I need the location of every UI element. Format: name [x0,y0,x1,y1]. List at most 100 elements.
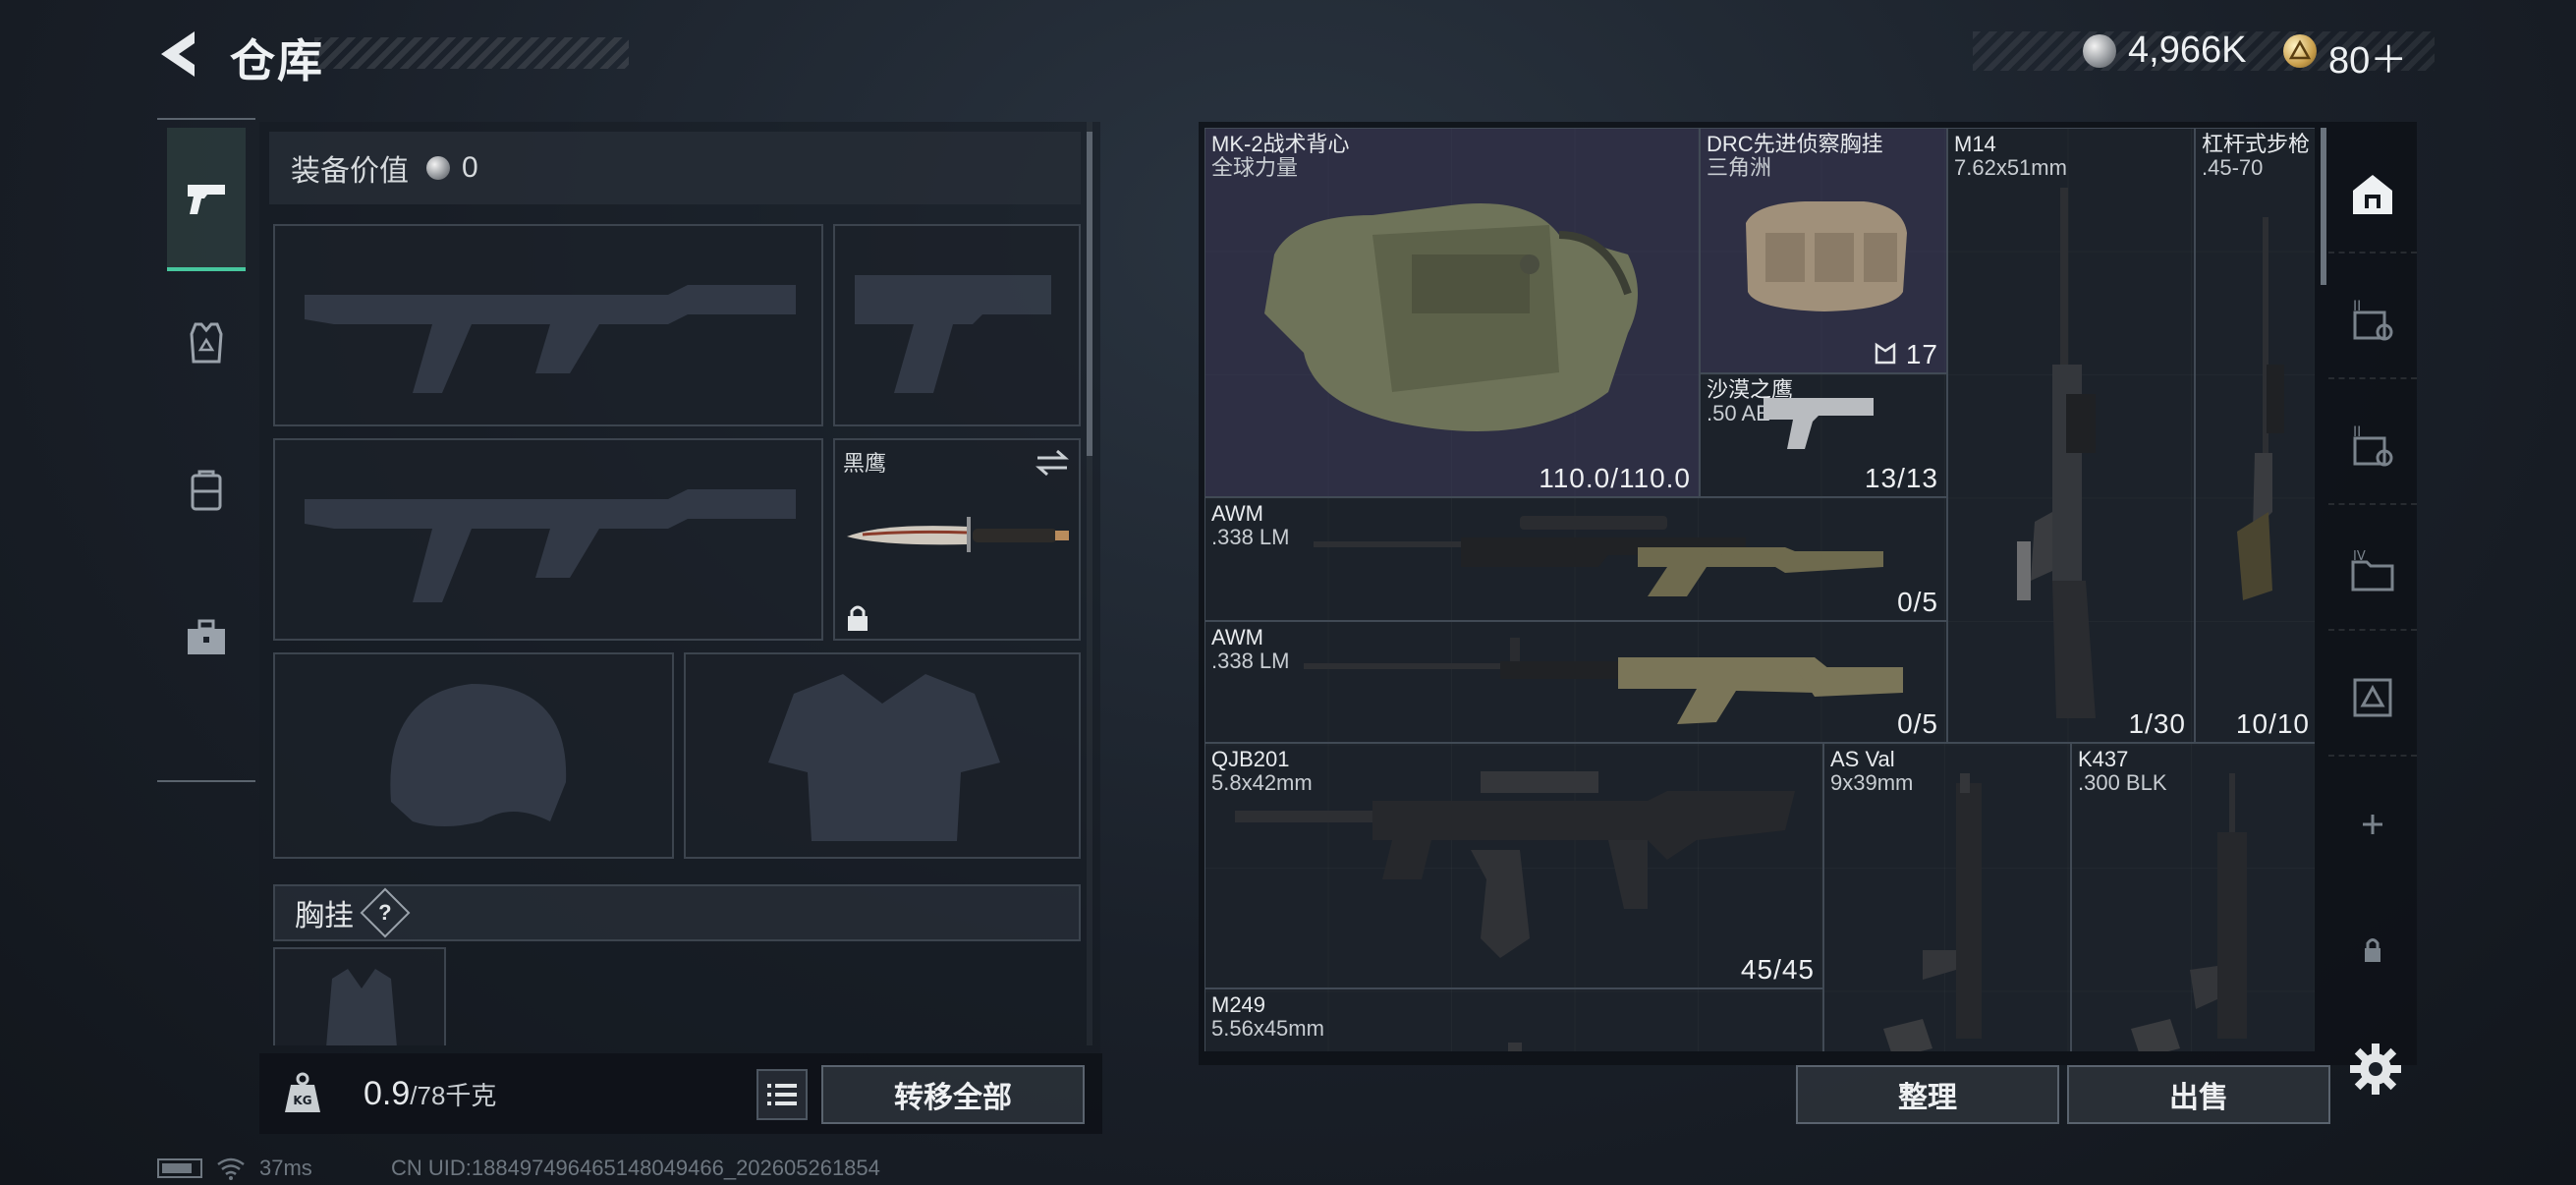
item-name: DRC先进侦察胸挂 [1707,132,1883,156]
pistol-icon [188,185,225,214]
page-title: 仓库 [230,35,324,86]
briefcase-icon [188,619,225,654]
tab-supplies[interactable] [167,566,246,709]
settings-gear-icon[interactable] [2348,1042,2403,1097]
transfer-all-button[interactable]: 转移全部 [821,1065,1085,1124]
ping-readout: 37ms [259,1156,312,1180]
stash-item-awm-2[interactable]: AWM .338 LM 0/5 [1204,621,1947,743]
storage-tabs: II II IV [2328,128,2417,1051]
item-name: M14 [1954,132,1996,156]
item-ammo-count: 13/13 [1864,463,1938,493]
melee-weapon-name: 黑鹰 [843,451,887,476]
storage-ii-b-icon: II [2353,424,2393,467]
item-ammo-count: 1/30 [2128,708,2186,739]
item-subtitle: .338 LM [1211,525,1290,549]
tab-storage-2b[interactable]: II [2328,389,2417,505]
item-subtitle: 5.56x45mm [1211,1016,1324,1041]
sell-button[interactable]: 出售 [2067,1065,2330,1124]
tab-backpack[interactable] [167,419,246,562]
equipment-value-label: 装备价值 [291,155,409,188]
gold-currency-amount[interactable]: 80＋ [2328,29,2407,84]
stash-item-awm-1[interactable]: AWM .338 LM 0/5 [1204,497,1947,621]
tab-storage-special[interactable] [2328,641,2417,757]
stash-scrollbar-thumb[interactable] [2321,128,2326,285]
swap-icon[interactable] [1034,448,1071,478]
storage-ii-a-icon: II [2353,299,2393,341]
tab-weapons[interactable] [167,128,246,271]
equipment-value: 装备价值 0 [269,132,1081,204]
item-name: K437 [2078,747,2129,771]
item-name: 杠杆式步枪 [2202,132,2311,156]
item-subtitle: 7.62x51mm [1954,155,2067,180]
lock-icon [848,605,868,631]
stash-item-k437[interactable]: K437 .300 BLK [2071,743,2315,1051]
gold-triangle-coin-icon [2283,34,2317,68]
add-storage-button[interactable] [2328,766,2417,882]
item-ammo-count: 10/10 [2235,708,2310,739]
primary-weapon-slot-2[interactable] [273,438,823,641]
silver-currency-amount: 4,966K [2128,29,2247,71]
chest-rig-header: 胸挂 ? [273,884,1081,941]
item-level-value: 17 [1905,339,1938,369]
backpack-icon [191,470,222,511]
pistol-slot[interactable] [833,224,1081,426]
stash-item-m249[interactable]: M249 5.56x45mm [1204,988,1823,1051]
item-subtitle: 三角洲 [1707,155,1772,180]
chest-rig-label: 胸挂 [295,900,354,932]
chest-rig-silhouette-icon [326,969,397,1045]
tab-storage-2a[interactable]: II [2328,263,2417,379]
stash-item-desert-eagle[interactable]: 沙漠之鹰 .50 AE 13/13 [1700,373,1947,497]
item-level: 17 [1874,339,1938,370]
stash-item-as-val[interactable]: AS Val 9x39mm [1823,743,2071,1051]
equipment-value-amount: 0 [462,151,478,184]
title-decoration [314,37,629,69]
user-uid: CN UID:18849749646514804946​6_2026052618… [391,1156,880,1180]
sidebar-divider [157,780,255,782]
tab-storage-home[interactable] [2328,138,2417,254]
svg-text:KG: KG [293,1094,311,1107]
help-icon[interactable]: ? [360,887,411,938]
tab-gear[interactable] [167,271,246,415]
primary-weapon-slot-1[interactable] [273,224,823,426]
sniper-rifle-icon [1304,638,1903,724]
pistol-silhouette-icon [855,275,1051,393]
list-icon [767,1084,797,1105]
sniper-rifle-icon [1314,516,1883,596]
sort-button[interactable]: 整理 [1796,1065,2059,1124]
svg-text:IV: IV [2353,549,2366,564]
back-button[interactable] [155,28,204,81]
tab-storage-4[interactable]: IV [2328,515,2417,631]
tactical-vest-icon [1264,203,1638,431]
stash-item-qjb201[interactable]: QJB201 5.8x42mm 45/45 [1204,743,1823,988]
stash-item-chest-rig[interactable]: DRC先进侦察胸挂 三角洲 17 [1700,128,1947,373]
melee-slot[interactable]: 黑鹰 [833,438,1081,641]
item-name: MK-2战术背心 [1211,132,1350,156]
weight-readout: 0.9/78千克 [364,1075,496,1113]
rifle-vertical-icon [2131,773,2247,1051]
rifle-fragment-icon [1508,1043,1522,1051]
item-name: AWM [1211,501,1263,526]
helmet-silhouette-icon [390,684,567,826]
item-name: M249 [1211,992,1266,1017]
weight-current: 0.9 [364,1075,411,1112]
loadout-scrollbar-thumb[interactable] [1087,132,1092,456]
storage-iv-icon: IV [2351,549,2394,592]
stash-item-vest[interactable]: MK-2战术背心 全球力量 110.0/110.0 [1204,128,1700,497]
chest-rig-slot[interactable] [273,947,446,1045]
pistol-icon [1764,398,1874,449]
lever-rifle-icon [2237,217,2284,600]
list-view-button[interactable] [756,1069,808,1120]
battery-icon [157,1158,202,1178]
item-ammo-count: 45/45 [1740,954,1815,985]
svg-text:II: II [2353,424,2361,440]
weight-max: /78千克 [410,1081,497,1110]
item-ammo-count: 0/5 [1897,708,1938,739]
svg-text:II: II [2353,299,2361,314]
helmet-slot[interactable] [273,652,674,859]
loadout-panel: 装备价值 0 黑鹰 胸挂 ? [259,122,1100,1053]
locked-storage-tab[interactable] [2328,892,2417,1008]
body-armor-slot[interactable] [684,652,1081,859]
stash-item-lever-rifle[interactable]: 杠杆式步枪 .45-70 10/10 [2195,128,2315,743]
add-icon [2363,815,2382,834]
stash-item-m14[interactable]: M14 7.62x51mm 1/30 [1947,128,2195,743]
